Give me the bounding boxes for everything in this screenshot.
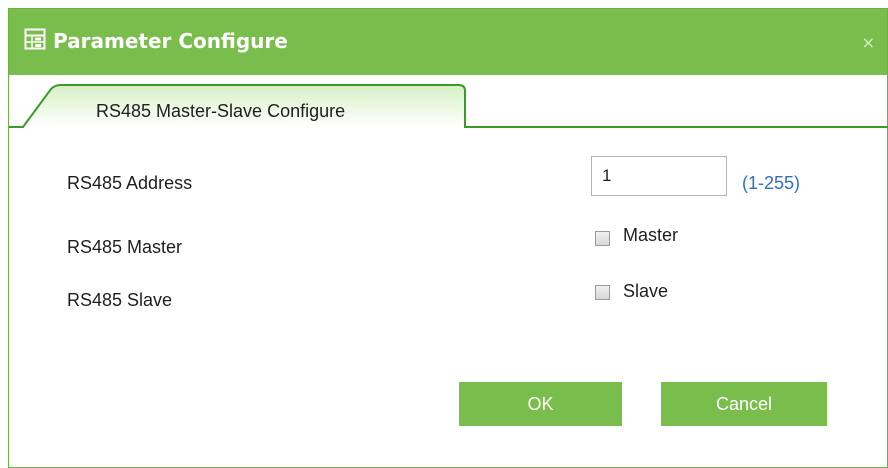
- address-label: RS485 Address: [67, 173, 193, 193]
- address-range-hint: (1-255): [742, 173, 801, 193]
- tab-rs485-master-slave[interactable]: RS485 Master-Slave Configure: [96, 101, 345, 122]
- master-label: RS485 Master: [67, 237, 183, 257]
- master-option-label[interactable]: Master: [623, 225, 678, 246]
- ok-button[interactable]: OK: [459, 382, 622, 426]
- slave-option-label[interactable]: Slave: [623, 281, 668, 302]
- title-bar[interactable]: Parameter Configure ×: [9, 9, 887, 75]
- dialog-title: Parameter Configure: [53, 29, 288, 53]
- parameter-configure-dialog: Parameter Configure × RS485 Master-Slave…: [8, 8, 888, 468]
- slave-label: RS485 Slave: [67, 290, 173, 310]
- tab-strip: RS485 Master-Slave Configure: [9, 75, 888, 129]
- slave-checkbox[interactable]: [595, 285, 610, 300]
- address-input[interactable]: [591, 156, 727, 196]
- cancel-button[interactable]: Cancel: [661, 382, 827, 426]
- settings-grid-icon: [24, 28, 46, 50]
- master-checkbox[interactable]: [595, 231, 610, 246]
- close-icon[interactable]: ×: [862, 33, 875, 52]
